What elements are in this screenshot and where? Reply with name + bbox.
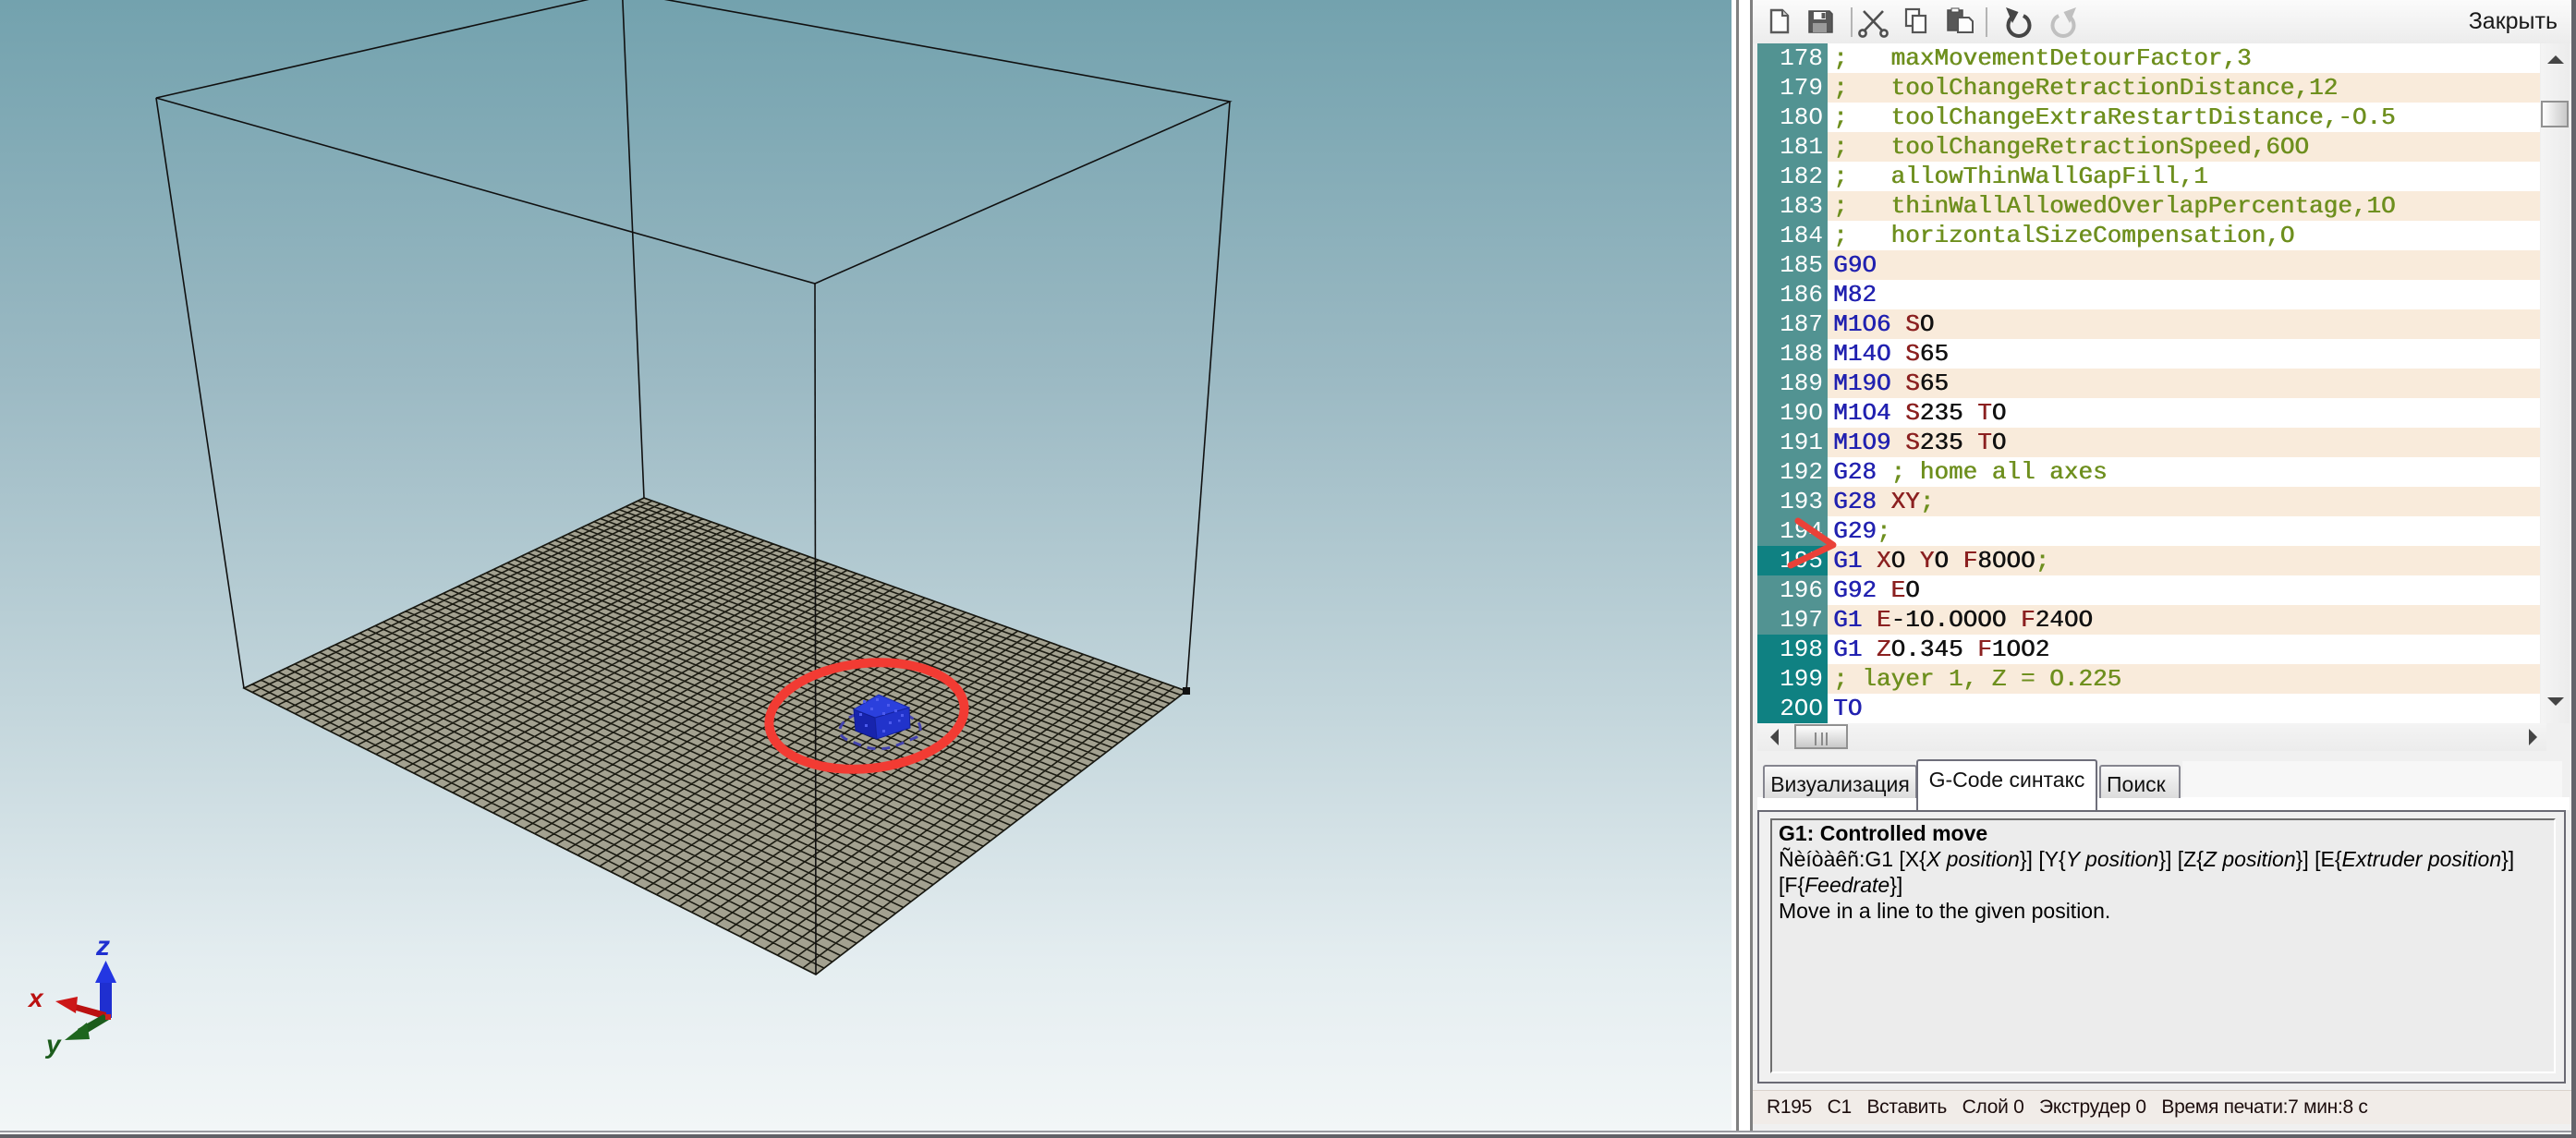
svg-text:y: y [44,1030,62,1059]
svg-text:x: x [27,984,44,1012]
svg-text:z: z [95,931,110,962]
